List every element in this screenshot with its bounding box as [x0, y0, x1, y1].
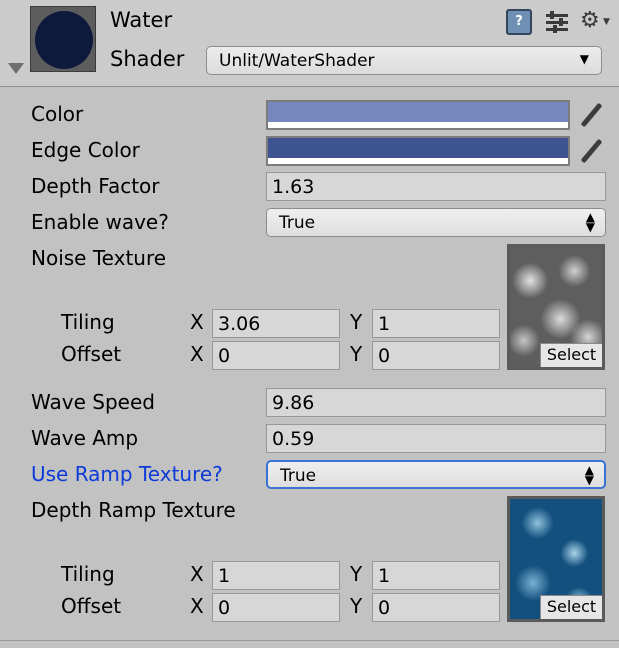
use-ramp-label: Use Ramp Texture? [31, 462, 223, 486]
axis-x-label: X [190, 310, 204, 334]
wave-amp-input[interactable]: 0.59 [266, 424, 606, 453]
material-header: Water Shader Unlit/WaterShader ▼ ? ⚙ ▼ [0, 0, 619, 87]
noise-texture-label: Noise Texture [31, 246, 167, 270]
ramp-offset-y-input[interactable]: 0 [372, 593, 500, 622]
use-ramp-value: True [280, 466, 317, 486]
material-name: Water [110, 8, 173, 32]
depth-ramp-label: Depth Ramp Texture [31, 498, 236, 522]
axis-x-label: X [190, 594, 204, 618]
shader-label: Shader [110, 47, 185, 71]
axis-y-label: Y [350, 310, 363, 334]
axis-y-label: Y [350, 562, 363, 586]
wave-speed-input[interactable]: 9.86 [266, 388, 606, 417]
enable-wave-value: True [279, 213, 316, 233]
updown-arrows-icon: ▲ ▼ [585, 210, 595, 234]
depth-factor-input[interactable]: 1.63 [266, 172, 606, 201]
divider [0, 640, 619, 641]
axis-y-label: Y [350, 342, 363, 366]
enable-wave-dropdown[interactable]: True ▲ ▼ [266, 208, 606, 237]
noise-tiling-label: Tiling [61, 310, 115, 334]
noise-offset-label: Offset [61, 342, 122, 366]
noise-texture-thumbnail[interactable]: Select [507, 244, 605, 370]
noise-offset-x-input[interactable]: 0 [212, 341, 340, 370]
noise-offset-y-input[interactable]: 0 [372, 341, 500, 370]
color-swatch [268, 102, 568, 122]
use-ramp-dropdown[interactable]: True ▲ ▼ [266, 460, 606, 489]
depth-factor-label: Depth Factor [31, 174, 160, 198]
shader-dropdown[interactable]: Unlit/WaterShader ▼ [206, 46, 602, 75]
book-help-icon[interactable]: ? [506, 9, 532, 35]
shader-value: Unlit/WaterShader [219, 51, 375, 71]
edge-color-label: Edge Color [31, 138, 140, 162]
chevron-down-icon: ▼ [579, 52, 589, 66]
foldout-arrow-icon[interactable] [8, 63, 24, 74]
ramp-select-button[interactable]: Select [540, 595, 602, 619]
gear-caret-icon: ▼ [603, 17, 610, 27]
color-label: Color [31, 102, 84, 126]
noise-tiling-y-input[interactable]: 1 [372, 309, 500, 338]
eyedropper-icon[interactable] [576, 101, 606, 131]
material-preview[interactable] [30, 6, 96, 72]
updown-arrows-icon: ▲ ▼ [584, 463, 594, 487]
ramp-tiling-x-input[interactable]: 1 [212, 561, 340, 590]
noise-tiling-x-input[interactable]: 3.06 [212, 309, 340, 338]
enable-wave-label: Enable wave? [31, 210, 169, 234]
ramp-offset-label: Offset [61, 594, 122, 618]
wave-amp-label: Wave Amp [31, 426, 139, 450]
wave-speed-label: Wave Speed [31, 390, 155, 414]
edge-color-swatch [268, 138, 568, 158]
ramp-offset-x-input[interactable]: 0 [212, 593, 340, 622]
axis-y-label: Y [350, 594, 363, 618]
edge-color-field[interactable] [266, 136, 570, 166]
ramp-texture-thumbnail[interactable]: Select [507, 496, 605, 622]
axis-x-label: X [190, 562, 204, 586]
axis-x-label: X [190, 342, 204, 366]
ramp-tiling-label: Tiling [61, 562, 115, 586]
noise-select-button[interactable]: Select [540, 343, 602, 367]
eyedropper-icon[interactable] [576, 137, 606, 167]
preview-sphere [35, 11, 93, 69]
ramp-tiling-y-input[interactable]: 1 [372, 561, 500, 590]
color-field[interactable] [266, 100, 570, 130]
sliders-icon[interactable] [544, 9, 570, 35]
